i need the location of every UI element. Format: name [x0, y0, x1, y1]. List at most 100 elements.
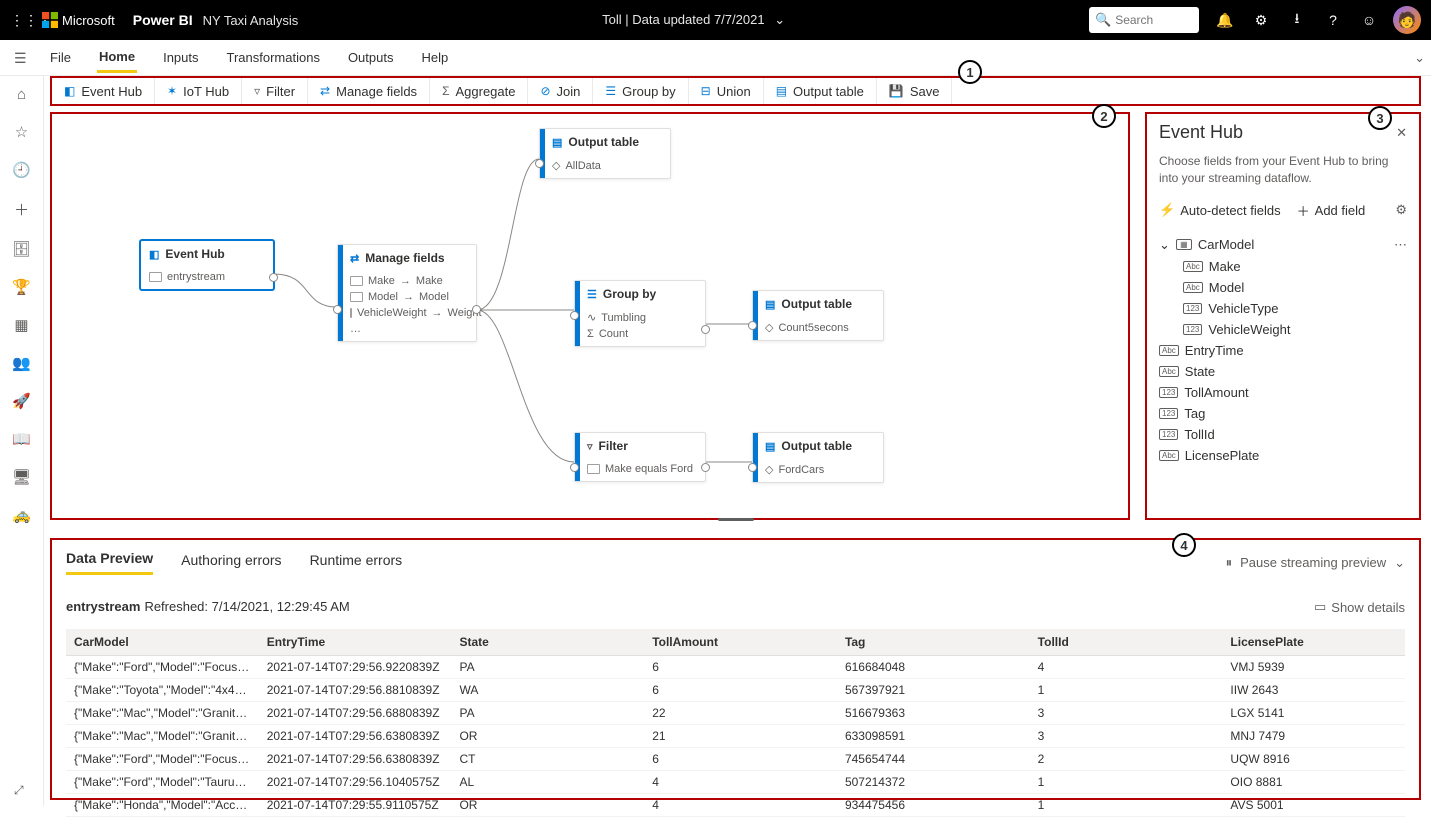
manage-fields-button[interactable]: ⇄Manage fields [308, 78, 430, 104]
table-row[interactable]: {"Make":"Honda","Model":"Accord","Vehic2… [66, 794, 1405, 817]
notifications-icon[interactable]: 🔔 [1207, 12, 1243, 29]
goals-icon[interactable]: 🏆 [12, 278, 31, 296]
settings-icon[interactable]: ⚙ [1243, 12, 1279, 29]
output-port[interactable] [472, 305, 481, 314]
left-rail: ⌂ ☆ 🕘 ＋ 🗄 🏆 ▦ 👥 🚀 📖 🖥 🚕 [0, 76, 44, 806]
tree-entrytime[interactable]: AbcEntryTime [1159, 340, 1407, 361]
pause-label[interactable]: Pause streaming preview [1240, 555, 1386, 570]
diagram-canvas[interactable]: ◧Event Hub entrystream ⇄Manage fields Ma… [50, 112, 1130, 520]
join-button[interactable]: ⊘Join [528, 78, 593, 104]
menu-file[interactable]: File [48, 44, 73, 71]
col-carmodel[interactable]: CarModel [66, 629, 259, 656]
tree-carmodel[interactable]: ⌄▦CarModel⋯ [1159, 234, 1407, 256]
menu-home[interactable]: Home [97, 43, 137, 73]
output-port[interactable] [701, 463, 710, 472]
node-event-hub[interactable]: ◧Event Hub entrystream [140, 240, 274, 290]
iot-hub-button[interactable]: ✶IoT Hub [155, 78, 242, 104]
group-by-button[interactable]: ☰Group by [593, 78, 688, 104]
filter-button[interactable]: ▿Filter [242, 78, 308, 104]
menu-outputs[interactable]: Outputs [346, 44, 396, 71]
tab-data-preview[interactable]: Data Preview [66, 550, 153, 575]
col-tollid[interactable]: TollId [1030, 629, 1223, 656]
tree-tag[interactable]: 123Tag [1159, 403, 1407, 424]
apps-icon[interactable]: ▦ [14, 316, 28, 334]
col-tollamount[interactable]: TollAmount [644, 629, 837, 656]
tree-tollamount[interactable]: 123TollAmount [1159, 382, 1407, 403]
tab-authoring-errors[interactable]: Authoring errors [181, 552, 281, 574]
table-row[interactable]: {"Make":"Ford","Model":"Focus","VehicleT… [66, 656, 1405, 679]
search-box[interactable]: 🔍 [1089, 7, 1199, 33]
node-manage-fields[interactable]: ⇄Manage fields Make→Make Model→Model Veh… [337, 244, 477, 342]
workspace-label[interactable]: NY Taxi Analysis [203, 13, 299, 28]
col-state[interactable]: State [451, 629, 644, 656]
callout-4: 4 [1172, 533, 1196, 557]
menu-inputs[interactable]: Inputs [161, 44, 200, 71]
feedback-icon[interactable]: ☺ [1351, 12, 1387, 28]
tree-state[interactable]: AbcState [1159, 361, 1407, 382]
table-row[interactable]: {"Make":"Ford","Model":"Focus","VehicleT… [66, 748, 1405, 771]
input-port[interactable] [570, 463, 579, 472]
chevron-down-icon[interactable]: ⌄ [1394, 555, 1405, 571]
favorites-icon[interactable]: ☆ [15, 123, 28, 141]
tree-model[interactable]: AbcModel [1183, 277, 1407, 298]
center-status[interactable]: Toll | Data updated 7/7/2021 ⌄ [298, 12, 1089, 28]
taxi-icon[interactable]: 🚕 [12, 506, 31, 524]
menu-transformations[interactable]: Transformations [225, 44, 322, 71]
col-entrytime[interactable]: EntryTime [259, 629, 452, 656]
user-avatar[interactable]: 🧑 [1393, 6, 1421, 34]
create-icon[interactable]: ＋ [14, 199, 29, 220]
input-port[interactable] [333, 305, 342, 314]
download-icon[interactable]: ⭳ [1279, 8, 1315, 32]
input-port[interactable] [748, 321, 757, 330]
pause-icon[interactable]: ⏸ [1226, 555, 1233, 571]
tree-licenseplate[interactable]: AbcLicensePlate [1159, 445, 1407, 466]
tree-vehicleweight[interactable]: 123VehicleWeight [1183, 319, 1407, 340]
hamburger-icon[interactable]: ☰ [14, 50, 27, 67]
monitor-icon[interactable]: 🖥 [12, 468, 31, 486]
col-licenseplate[interactable]: LicensePlate [1222, 629, 1405, 656]
more-icon[interactable]: ⋯ [1394, 237, 1407, 253]
tab-runtime-errors[interactable]: Runtime errors [310, 552, 403, 574]
tree-vehicletype[interactable]: 123VehicleType [1183, 298, 1407, 319]
close-icon[interactable]: ✕ [1396, 125, 1407, 141]
gear-icon[interactable]: ⚙ [1395, 202, 1407, 218]
event-hub-button[interactable]: ◧Event Hub [52, 78, 155, 104]
input-port[interactable] [748, 463, 757, 472]
input-port[interactable] [570, 311, 579, 320]
col-tag[interactable]: Tag [837, 629, 1030, 656]
output-table-button[interactable]: ▤Output table [764, 78, 877, 104]
aggregate-button[interactable]: ΣAggregate [430, 78, 528, 104]
chevron-down-icon[interactable]: ⌄ [1414, 50, 1425, 66]
node-group-by[interactable]: ☰Group by ∿Tumbling ΣCount [574, 280, 706, 347]
datasets-icon[interactable]: 🗄 [12, 240, 31, 258]
output-port[interactable] [269, 273, 278, 282]
splitter-handle[interactable] [718, 518, 754, 521]
auto-detect-button[interactable]: ⚡Auto-detect fields [1159, 202, 1281, 218]
search-input[interactable] [1115, 13, 1185, 27]
table-row[interactable]: {"Make":"Mac","Model":"Granite","Vehicle… [66, 702, 1405, 725]
shared-icon[interactable]: 👥 [12, 354, 31, 372]
union-button[interactable]: ⊟Union [689, 78, 764, 104]
tree-make[interactable]: AbcMake [1183, 256, 1407, 277]
node-filter[interactable]: ▿Filter Make equals Ford [574, 432, 706, 482]
recent-icon[interactable]: 🕘 [12, 161, 31, 179]
show-details-button[interactable]: ▭Show details [1314, 599, 1405, 615]
node-output-count5[interactable]: ▤Output table ◇Count5secons [752, 290, 884, 341]
menu-help[interactable]: Help [419, 44, 450, 71]
tree-tollid[interactable]: 123TollId [1159, 424, 1407, 445]
table-row[interactable]: {"Make":"Toyota","Model":"4x4","VehicleT… [66, 679, 1405, 702]
output-port[interactable] [701, 325, 710, 334]
add-field-button[interactable]: ＋Add field [1297, 201, 1366, 220]
app-launcher-icon[interactable]: ⋮⋮⋮ [10, 12, 38, 29]
table-row[interactable]: {"Make":"Ford","Model":"Taurus","Vehicle… [66, 771, 1405, 794]
workspaces-icon[interactable]: 📖 [12, 430, 31, 448]
node-output-alldata[interactable]: ▤Output table ◇AllData [539, 128, 671, 179]
home-icon[interactable]: ⌂ [17, 86, 26, 103]
save-button[interactable]: 💾Save [877, 78, 953, 104]
learn-icon[interactable]: 🚀 [12, 392, 31, 410]
help-icon[interactable]: ? [1315, 12, 1351, 28]
input-port[interactable] [535, 159, 544, 168]
node-output-fordcars[interactable]: ▤Output table ◇FordCars [752, 432, 884, 483]
table-row[interactable]: {"Make":"Mac","Model":"Granite","Vehicle… [66, 725, 1405, 748]
expand-icon[interactable]: ⤢ [14, 783, 24, 798]
